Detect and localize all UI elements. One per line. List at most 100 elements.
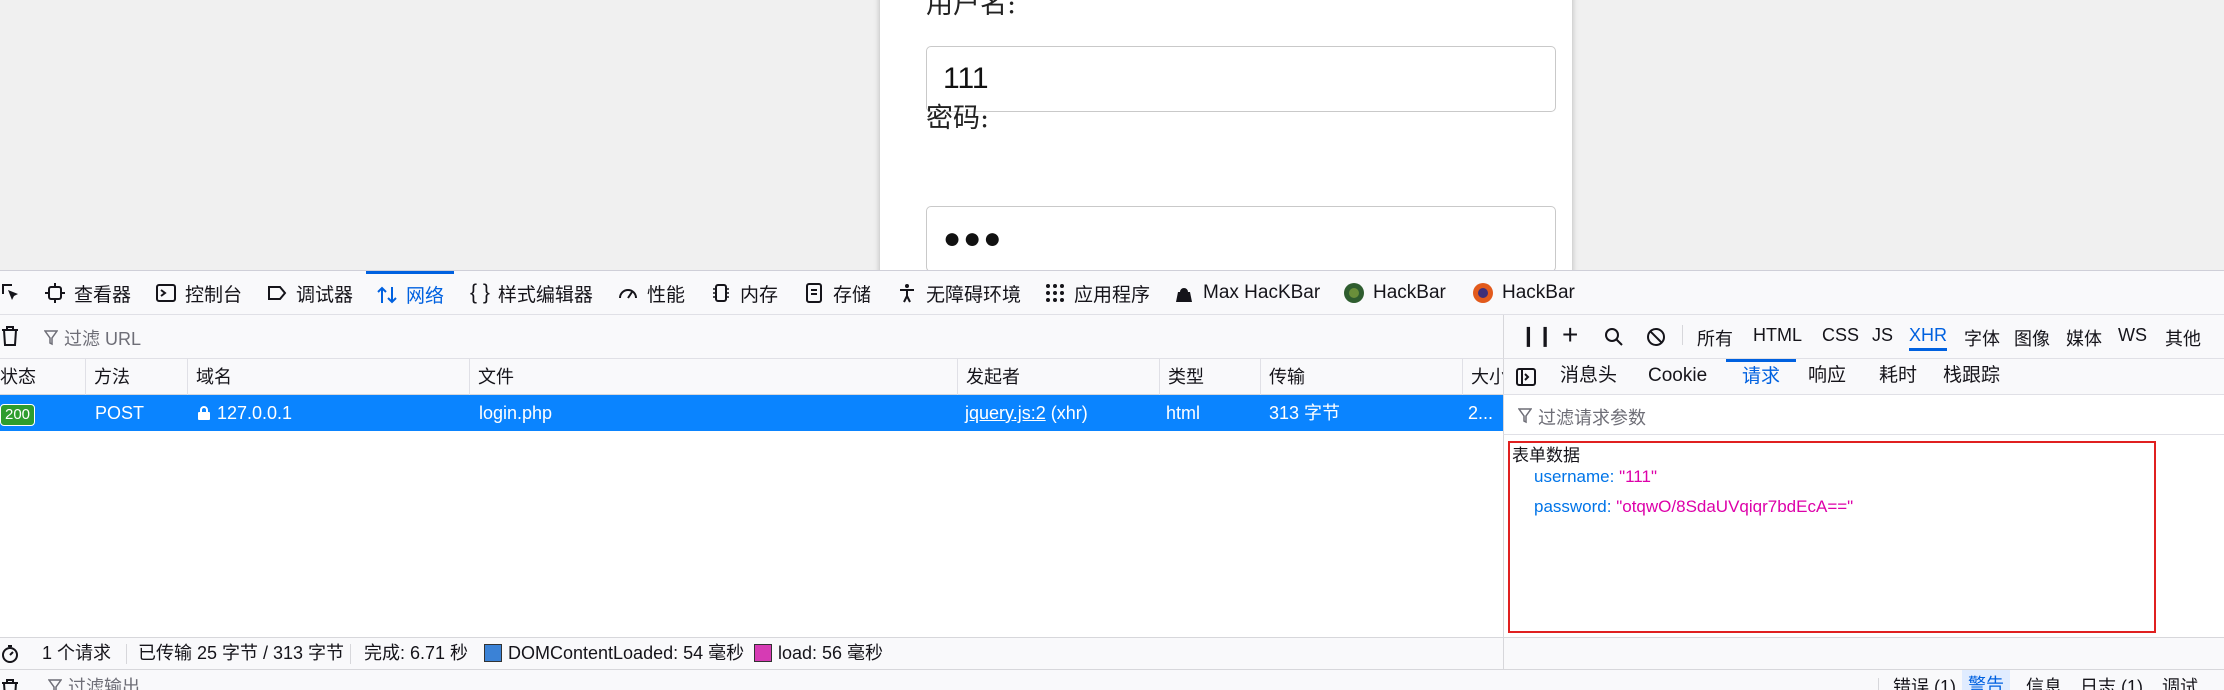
level-warnings[interactable]: 警告 — [1962, 670, 2010, 690]
tab-storage[interactable]: 存储 — [803, 271, 871, 315]
column-type[interactable]: 类型 — [1159, 359, 1260, 395]
hackbar-icon — [1344, 283, 1364, 303]
tab-debugger-label: 调试器 — [296, 284, 354, 306]
username-input[interactable]: 111 — [926, 46, 1556, 112]
type-filter-css[interactable]: CSS — [1822, 325, 1859, 346]
block-icon[interactable] — [1646, 327, 1666, 347]
tab-timings[interactable]: 耗时 — [1879, 359, 1917, 395]
tab-style-editor-label: 样式编辑器 — [497, 284, 593, 306]
tab-hackbar-2-label: HackBar — [1502, 282, 1575, 303]
type-filter-js[interactable]: JS — [1872, 325, 1893, 346]
password-input[interactable]: ●●● — [926, 206, 1556, 270]
tab-network[interactable]: 网络 — [366, 271, 455, 315]
type-filter-other[interactable]: 其他 — [2165, 325, 2201, 351]
initiator-link[interactable]: jquery.js:2 — [965, 403, 1046, 423]
param-row-password: password: "otqwO/8SdaUVqiqr7bdEcA==" — [1534, 497, 1854, 516]
status-divider — [350, 644, 351, 664]
column-size[interactable]: 大小 — [1462, 359, 1503, 395]
search-icon[interactable] — [1604, 327, 1624, 347]
tab-style-editor[interactable]: { } 样式编辑器 — [470, 271, 593, 315]
console-filter-input[interactable]: 过滤输出 — [47, 670, 140, 690]
request-table-header: 状态 方法 域名 文件 发起者 类型 传输 大小 — [0, 359, 1503, 395]
tab-hackbar-2[interactable]: HackBar — [1472, 271, 1575, 315]
tab-stack-trace[interactable]: 栈跟踪 — [1943, 359, 2000, 395]
tab-max-hackbar[interactable]: Max HacKBar — [1173, 271, 1320, 315]
level-info[interactable]: 信息 — [2026, 670, 2062, 690]
tab-hackbar[interactable]: HackBar — [1343, 271, 1446, 315]
column-domain[interactable]: 域名 — [187, 359, 469, 395]
tab-request[interactable]: 请求 — [1726, 359, 1797, 395]
param-row-username: username: "111" — [1534, 467, 1657, 486]
domain-text: 127.0.0.1 — [217, 403, 293, 423]
hackbar-fox-icon — [1473, 283, 1493, 303]
filter-url-placeholder: 过滤 URL — [64, 329, 142, 349]
form-data-title: 表单数据 — [1512, 446, 1580, 465]
transferred-summary: 已传输 25 字节 / 313 字节 — [138, 643, 345, 663]
dom-loaded-swatch — [484, 644, 502, 662]
devtools-toolbar: 查看器 控制台 调试器 网络 { } 样式编辑器 性能 内存 存储 无障碍环境 … — [0, 271, 2224, 315]
column-transferred[interactable]: 传输 — [1260, 359, 1462, 395]
trash-icon[interactable] — [0, 325, 20, 347]
tab-console[interactable]: 控制台 — [155, 271, 242, 315]
tab-memory-label: 内存 — [740, 284, 779, 306]
column-method[interactable]: 方法 — [85, 359, 187, 395]
level-debug[interactable]: 调试 — [2162, 670, 2198, 690]
filter-icon — [1518, 408, 1532, 424]
file-cell: login.php — [479, 403, 553, 423]
pause-icon[interactable]: ❙❙ — [1520, 323, 1554, 348]
trash-icon[interactable] — [0, 678, 20, 690]
tab-inspector-label: 查看器 — [74, 284, 132, 306]
tab-response[interactable]: 响应 — [1808, 359, 1846, 395]
column-status[interactable]: 状态 — [0, 359, 85, 395]
column-initiator[interactable]: 发起者 — [957, 359, 1159, 395]
console-filter-placeholder: 过滤输出 — [68, 677, 140, 690]
type-filter-html[interactable]: HTML — [1753, 325, 1802, 346]
request-count: 1 个请求 — [42, 643, 112, 663]
add-icon[interactable]: + — [1562, 319, 1578, 351]
type-filter-fonts[interactable]: 字体 — [1964, 325, 2000, 351]
request-list-body — [0, 431, 1503, 637]
storage-icon — [806, 283, 822, 303]
toggle-sidebar-icon[interactable] — [1516, 368, 1536, 386]
tab-performance[interactable]: 性能 — [617, 271, 685, 315]
level-errors[interactable]: 错误 (1) — [1893, 670, 1956, 690]
tab-debugger[interactable]: 调试器 — [266, 271, 353, 315]
filter-request-params-input[interactable]: 过滤请求参数 — [1503, 395, 2224, 435]
transferred-cell: 313 字节 — [1269, 403, 1341, 423]
request-details-tabs: 消息头 Cookie 请求 响应 耗时 栈跟踪 — [1503, 359, 2224, 395]
type-filter-all[interactable]: 所有 — [1697, 325, 1733, 351]
table-row[interactable]: 200 POST 127.0.0.1 login.php jquery.js:2… — [0, 395, 1503, 431]
status-cell: 200 — [0, 395, 85, 431]
tab-accessibility-label: 无障碍环境 — [926, 284, 1022, 306]
tab-max-hackbar-label: Max HacKBar — [1203, 282, 1321, 303]
type-filter-media[interactable]: 媒体 — [2066, 325, 2102, 351]
network-filter-toolbar: ❙❙ + 所有 HTML CSS JS XHR 字体 图像 媒体 WS 其他 — [1503, 315, 2224, 359]
tab-accessibility[interactable]: 无障碍环境 — [896, 271, 1021, 315]
tab-headers[interactable]: 消息头 — [1560, 359, 1617, 395]
tab-memory[interactable]: 内存 — [710, 271, 778, 315]
filter-url-input[interactable]: 过滤 URL — [44, 325, 141, 351]
domain-cell: 127.0.0.1 — [187, 395, 469, 431]
network-icon — [377, 286, 397, 303]
dom-loaded-text: DOMContentLoaded: 54 毫秒 — [508, 643, 745, 663]
debugger-icon — [268, 286, 287, 300]
tab-performance-label: 性能 — [647, 284, 686, 306]
type-filter-ws[interactable]: WS — [2118, 325, 2147, 346]
column-file[interactable]: 文件 — [469, 359, 957, 395]
tab-cookies[interactable]: Cookie — [1648, 359, 1707, 395]
level-logs[interactable]: 日志 (1) — [2080, 670, 2143, 690]
stopwatch-icon — [2, 645, 18, 663]
tab-inspector[interactable]: 查看器 — [44, 271, 131, 315]
type-filter-xhr[interactable]: XHR — [1909, 325, 1948, 351]
tab-application-label: 应用程序 — [1074, 284, 1151, 306]
toolbar-divider — [1682, 325, 1683, 345]
devtools-panel: 查看器 控制台 调试器 网络 { } 样式编辑器 性能 内存 存储 无障碍环境 … — [0, 270, 2224, 690]
pick-element-button[interactable] — [0, 271, 22, 315]
console-divider — [1878, 678, 1879, 690]
tab-application[interactable]: 应用程序 — [1044, 271, 1150, 315]
type-filter-images[interactable]: 图像 — [2014, 325, 2050, 351]
network-toolbar: 过滤 URL — [0, 315, 1503, 359]
param-key: username — [1534, 467, 1610, 486]
performance-icon — [619, 289, 637, 299]
initiator-cell: jquery.js:2 (xhr) — [957, 395, 1159, 431]
